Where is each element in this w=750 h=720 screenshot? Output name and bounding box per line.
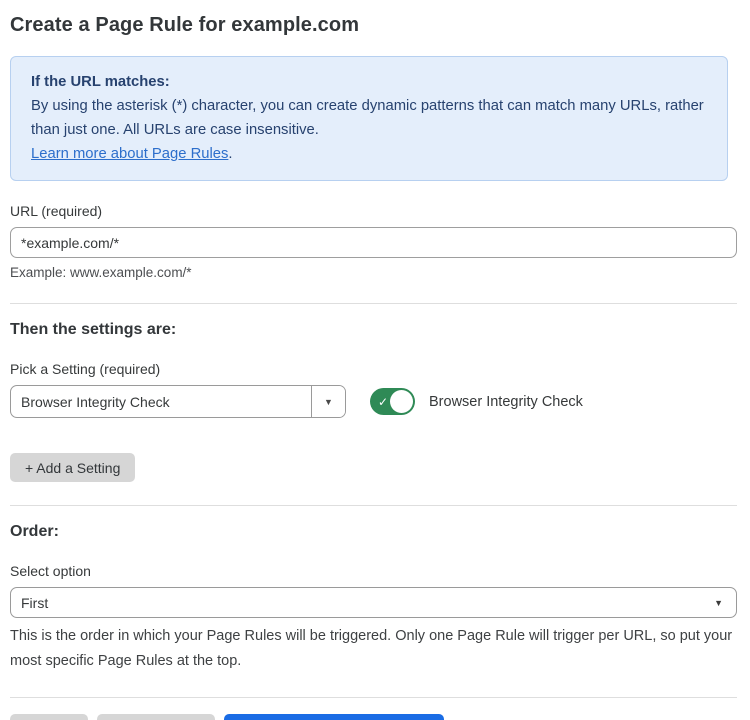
info-box-heading: If the URL matches: [31, 70, 707, 94]
url-input[interactable] [10, 227, 737, 258]
order-select-value: First [21, 595, 48, 611]
toggle-label: Browser Integrity Check [429, 394, 583, 410]
setting-select-value: Browser Integrity Check [11, 386, 311, 417]
save-as-draft-button[interactable]: Save as Draft [97, 714, 216, 720]
divider [10, 303, 737, 304]
setting-picker-label: Pick a Setting (required) [10, 361, 737, 377]
setting-row: Browser Integrity Check ▼ ✓ Browser Inte… [10, 385, 737, 418]
order-select[interactable]: First ▼ [10, 587, 737, 618]
info-box-link-line: Learn more about Page Rules. [31, 142, 707, 166]
setting-select-arrow-button[interactable]: ▼ [311, 386, 345, 417]
info-box-body: By using the asterisk (*) character, you… [31, 94, 707, 142]
order-section-heading: Order: [10, 523, 737, 541]
save-and-deploy-button[interactable]: Save and Deploy Page Rule [224, 714, 444, 720]
order-select-label: Select option [10, 563, 737, 579]
url-match-info-box: If the URL matches: By using the asteris… [10, 56, 728, 181]
chevron-down-icon: ▼ [714, 598, 723, 608]
check-icon: ✓ [378, 395, 388, 409]
setting-select[interactable]: Browser Integrity Check ▼ [10, 385, 346, 418]
page-rule-form: Create a Page Rule for example.com If th… [0, 0, 750, 720]
footer-actions: Cancel Save as Draft Save and Deploy Pag… [10, 714, 737, 720]
add-setting-button[interactable]: + Add a Setting [10, 453, 135, 482]
link-period: . [228, 146, 232, 162]
chevron-down-icon: ▼ [324, 397, 333, 407]
divider [10, 505, 737, 506]
browser-integrity-toggle[interactable]: ✓ [370, 388, 415, 415]
learn-more-link[interactable]: Learn more about Page Rules [31, 146, 228, 162]
url-example-hint: Example: www.example.com/* [10, 265, 737, 280]
settings-section-heading: Then the settings are: [10, 321, 737, 339]
divider [10, 697, 737, 698]
page-title: Create a Page Rule for example.com [10, 14, 737, 37]
toggle-knob [390, 390, 413, 413]
cancel-button[interactable]: Cancel [10, 714, 88, 720]
url-field-label: URL (required) [10, 203, 737, 219]
order-help-text: This is the order in which your Page Rul… [10, 624, 737, 674]
